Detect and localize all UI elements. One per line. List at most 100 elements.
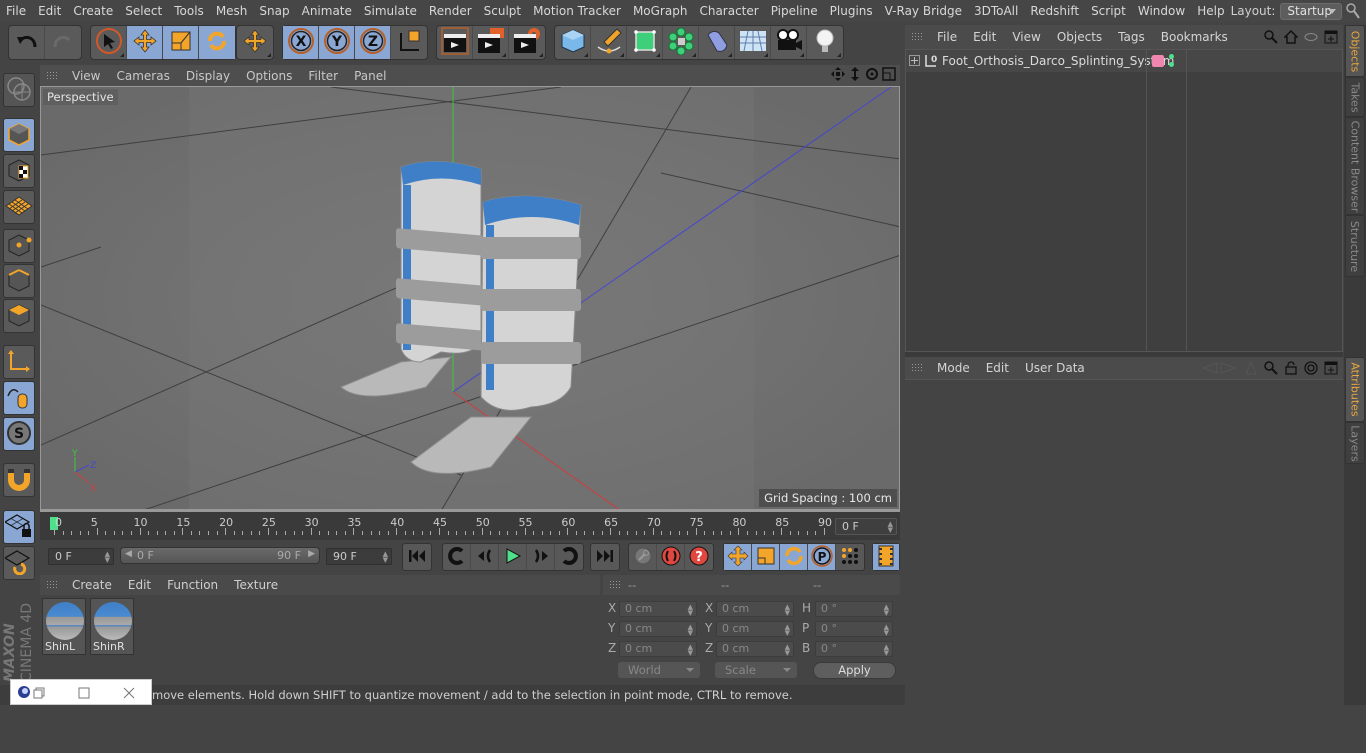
play-button[interactable] [499,544,527,570]
go-to-start-button[interactable] [403,544,431,570]
timeline-window-button[interactable] [873,544,899,570]
material-menu-edit[interactable]: Edit [120,578,159,592]
position-x-field[interactable]: 0 cm ▲ ▼ [619,601,697,617]
workplane-sync-button[interactable] [3,546,35,580]
menu-render[interactable]: Render [423,4,478,18]
position-y-field[interactable]: 0 cm ▲ ▼ [619,621,697,637]
add-deformer-button[interactable] [699,26,735,59]
render-view-button[interactable] [437,26,473,59]
material-menu-texture[interactable]: Texture [226,578,286,592]
add-light-button[interactable] [807,26,843,59]
add-mograph-button[interactable] [663,26,699,59]
search-icon[interactable] [1263,29,1279,45]
object-menu-tags[interactable]: Tags [1110,30,1153,44]
tab-layers[interactable]: Layers [1345,422,1365,464]
tab-content-browser[interactable]: Content Browser [1345,117,1365,215]
viewport-menu-display[interactable]: Display [178,69,238,83]
undo-button[interactable] [9,26,45,59]
viewport-menu-filter[interactable]: Filter [300,69,346,83]
menu-vray-bridge[interactable]: V-Ray Bridge [879,4,968,18]
spinner-icon[interactable]: ▲ ▼ [688,644,693,657]
key-scale-button[interactable] [752,544,780,570]
spinner-icon[interactable]: ▲ ▼ [785,604,790,617]
viewport-menu-cameras[interactable]: Cameras [108,69,177,83]
previous-frame-button[interactable] [471,544,499,570]
menu-3dtoall[interactable]: 3DToAll [968,4,1024,18]
tweak-mode-button[interactable] [3,381,35,415]
spinner-icon[interactable]: ▲ ▼ [785,644,790,657]
add-environment-button[interactable] [735,26,771,59]
material-menu-create[interactable]: Create [64,578,120,592]
viewport-menu-panel[interactable]: Panel [346,69,394,83]
spinner-icon[interactable]: ▲ ▼ [105,551,110,564]
coordinate-system-button[interactable] [391,26,427,59]
panel-grip-icon[interactable] [911,363,923,373]
y-axis-button[interactable]: Y [319,26,355,59]
menu-help[interactable]: Help [1191,4,1230,18]
menu-window[interactable]: Window [1132,4,1191,18]
timeline-ruler[interactable]: 0 5 10 15 20 25 30 35 40 45 50 55 60 65 70 75 80 85 90 0 F… [40,512,900,540]
autokey-button[interactable] [657,544,685,570]
workplane-mode-button[interactable] [3,190,35,224]
menu-create[interactable]: Create [67,4,119,18]
snap-button[interactable] [3,463,35,497]
texture-mode-button[interactable] [3,154,35,188]
polygons-mode-button[interactable] [3,299,35,333]
model-mode-button[interactable] [3,118,35,152]
z-axis-button[interactable]: Z [355,26,391,59]
record-keys-button[interactable] [629,544,657,570]
move-tool-button[interactable] [127,26,163,59]
timeline-ticks[interactable]: 0 5 10 15 20 25 30 35 40 45 50 55 60 65 70 75 80 85 90 [50,514,832,538]
menu-simulate[interactable]: Simulate [358,4,423,18]
tab-structure[interactable]: Structure [1345,215,1365,277]
redo-button[interactable] [45,26,81,59]
points-mode-button[interactable] [3,229,35,263]
new-panel-icon[interactable] [1323,29,1339,45]
spinner-icon[interactable]: ▲ ▼ [884,644,889,657]
previous-key-button[interactable] [443,544,471,570]
panel-grip-icon[interactable] [46,580,58,590]
attribute-menu-edit[interactable]: Edit [978,361,1017,375]
add-generator-button[interactable] [627,26,663,59]
axis-mode-button[interactable] [3,345,35,379]
attribute-menu-user-data[interactable]: User Data [1017,361,1093,375]
expand-icon[interactable] [909,55,920,69]
visibility-icon[interactable] [1303,29,1319,45]
layer-color-swatch[interactable] [1152,55,1164,67]
x-axis-button[interactable]: X [283,26,319,59]
range-left-arrow-icon[interactable]: ◀ [125,549,132,559]
viewport-menu-view[interactable]: View [64,69,108,83]
object-menu-file[interactable]: File [929,30,965,44]
render-settings-button[interactable] [509,26,545,59]
panel-grip-icon[interactable] [609,580,621,590]
menu-motion-tracker[interactable]: Motion Tracker [527,4,627,18]
spinner-icon[interactable]: ▲ ▼ [688,624,693,637]
lock-icon[interactable] [1283,360,1299,376]
maximize-view-icon[interactable] [882,67,896,84]
scale-tool-button[interactable] [163,26,199,59]
menu-mograph[interactable]: MoGraph [627,4,694,18]
restore-icon[interactable] [33,685,45,705]
size-x-field[interactable]: 0 cm ▲ ▼ [716,601,794,617]
go-to-end-button[interactable] [591,544,619,570]
key-rotation-button[interactable] [780,544,808,570]
rotation-b-field[interactable]: 0 ° ▲ ▼ [815,641,893,657]
new-panel-icon[interactable] [1323,360,1339,376]
tab-takes[interactable]: Takes [1345,77,1365,117]
menu-tools[interactable]: Tools [168,4,210,18]
record-help-button[interactable]: ? [685,544,713,570]
menu-script[interactable]: Script [1085,4,1132,18]
transform-mode-dropdown[interactable]: Scale [715,662,797,678]
object-menu-objects[interactable]: Objects [1049,30,1110,44]
position-z-field[interactable]: 0 cm ▲ ▼ [619,641,697,657]
size-z-field[interactable]: 0 cm ▲ ▼ [716,641,794,657]
range-right-arrow-icon[interactable]: ▶ [308,549,315,559]
material-swatch[interactable]: ShinR [90,598,134,655]
rotate-tool-button[interactable] [199,26,235,59]
add-spline-button[interactable] [591,26,627,59]
render-picture-viewer-button[interactable] [473,26,509,59]
key-parameter-button[interactable]: P [808,544,836,570]
material-menu-function[interactable]: Function [159,578,226,592]
spinner-icon[interactable]: ▲ ▼ [785,624,790,637]
orbit-icon[interactable] [865,67,879,84]
